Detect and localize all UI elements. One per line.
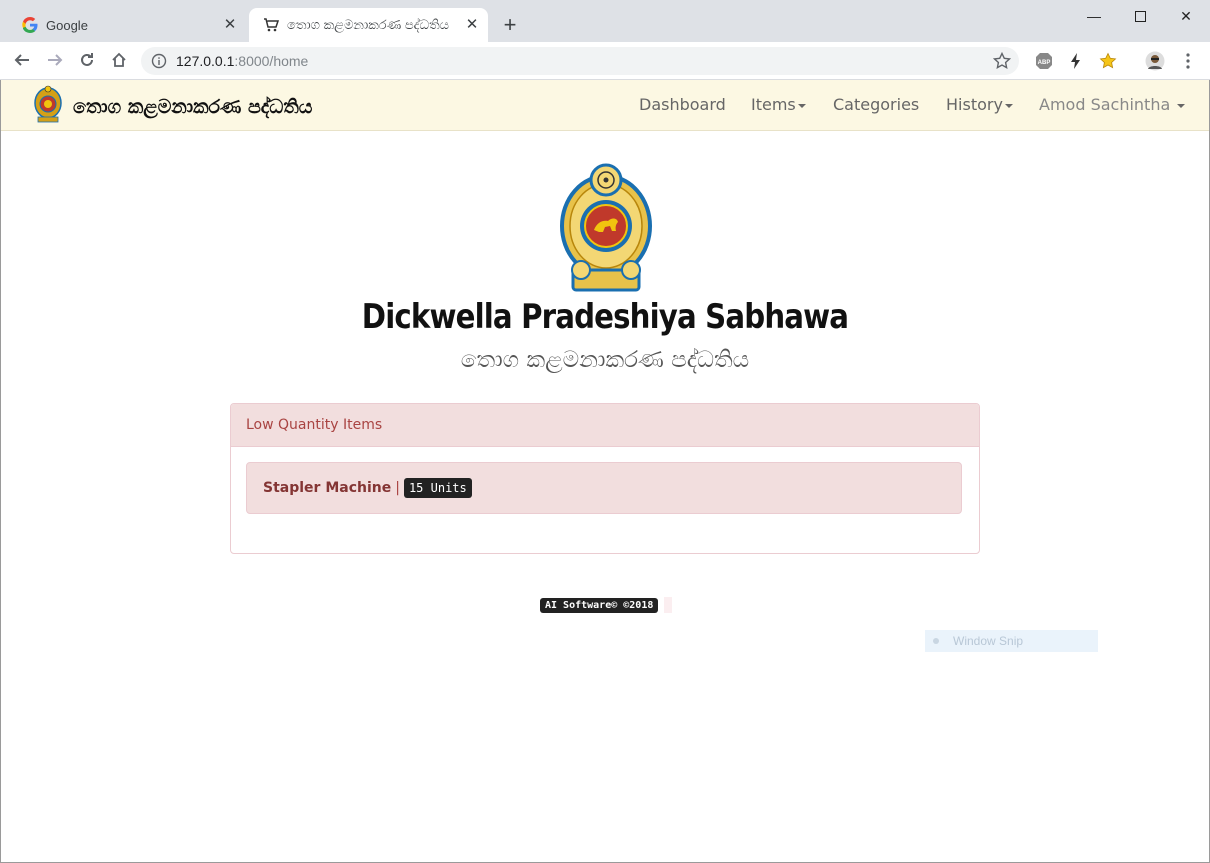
- window-snip-overlay[interactable]: Window Snip: [925, 630, 1098, 652]
- panel-heading: Low Quantity Items: [231, 404, 979, 447]
- more-vert-icon[interactable]: [1178, 51, 1198, 71]
- tab-title: Google: [46, 17, 88, 33]
- minimize-icon[interactable]: —: [1071, 2, 1117, 30]
- snip-dot-icon: [933, 638, 939, 644]
- home-icon[interactable]: [107, 48, 131, 72]
- nav-items-dropdown[interactable]: Items: [751, 95, 806, 114]
- close-tab-icon[interactable]: ✕: [464, 17, 480, 33]
- star-ext-icon[interactable]: [1098, 51, 1118, 71]
- tab-google[interactable]: Google ✕: [8, 8, 246, 42]
- nav-items-label: Items: [751, 95, 796, 114]
- reload-icon[interactable]: [75, 48, 99, 72]
- caret-down-icon: [1004, 103, 1013, 108]
- tab-title: තොග කළමනාකරණ පද්ධතිය: [287, 17, 449, 32]
- plus-icon[interactable]: +: [499, 14, 521, 36]
- national-emblem: [559, 160, 653, 297]
- caret-down-icon: [797, 103, 806, 108]
- nav-dashboard[interactable]: Dashboard: [639, 95, 726, 114]
- maximize-icon[interactable]: [1117, 2, 1163, 30]
- low-quantity-item: Stapler Machine | 15 Units: [246, 462, 962, 514]
- bookmark-star-icon[interactable]: [992, 51, 1012, 70]
- abp-icon[interactable]: ABP: [1034, 51, 1054, 71]
- user-name: Amod Sachintha: [1039, 95, 1171, 114]
- low-quantity-panel: Low Quantity Items Stapler Machine | 15 …: [230, 403, 980, 554]
- system-subtitle: තොග කළමනාකරණ පද්ධතිය: [460, 347, 750, 373]
- forward-arrow-icon[interactable]: [43, 48, 67, 72]
- app-navbar: තොග කළමනාකරණ පද්ධතිය Dashboard Items Cat…: [1, 80, 1209, 131]
- window-snip-label: Window Snip: [953, 634, 1024, 648]
- info-icon[interactable]: [151, 53, 167, 69]
- back-arrow-icon[interactable]: [10, 48, 34, 72]
- address-bar[interactable]: 127.0.0.1:8000/home: [141, 47, 1019, 75]
- tab-strip: Google ✕ තොග කළමනාකරණ පද්ධතිය ✕ + — ✕: [0, 0, 1210, 42]
- brand[interactable]: තොග කළමනාකරණ පද්ධතිය: [33, 84, 312, 129]
- google-icon: [22, 17, 38, 33]
- footer-decor: [664, 597, 673, 613]
- nav-user-dropdown[interactable]: Amod Sachintha: [1039, 95, 1186, 114]
- emblem-logo-icon: [33, 84, 63, 129]
- nav-categories[interactable]: Categories: [833, 95, 919, 114]
- item-name: Stapler Machine: [263, 480, 392, 496]
- close-tab-icon[interactable]: ✕: [222, 17, 238, 33]
- shopping-cart-icon: [263, 17, 279, 33]
- tab-stock-system[interactable]: තොග කළමනාකරණ පද්ධතිය ✕: [249, 8, 488, 42]
- caret-down-icon: [1177, 103, 1186, 108]
- nav-history-label: History: [946, 95, 1003, 114]
- bolt-icon[interactable]: [1066, 51, 1086, 71]
- organization-name: Dickwella Pradeshiya Sabhawa: [361, 297, 849, 337]
- quantity-badge: 15 Units: [403, 478, 472, 498]
- avatar-ext-icon[interactable]: [1145, 51, 1165, 71]
- copyright-text: AI Software© ©2018: [540, 597, 659, 613]
- browser-toolbar: 127.0.0.1:8000/home ABP: [0, 42, 1210, 80]
- nav-history-dropdown[interactable]: History: [946, 95, 1013, 114]
- url-text: 127.0.0.1:8000/home: [176, 53, 309, 69]
- footer: AI Software© ©2018: [540, 597, 673, 613]
- item-separator: |: [395, 480, 400, 496]
- svg-text:ABP: ABP: [1038, 60, 1051, 66]
- brand-title: තොග කළමනාකරණ පද්ධතිය: [73, 95, 313, 118]
- close-window-icon[interactable]: ✕: [1163, 2, 1209, 30]
